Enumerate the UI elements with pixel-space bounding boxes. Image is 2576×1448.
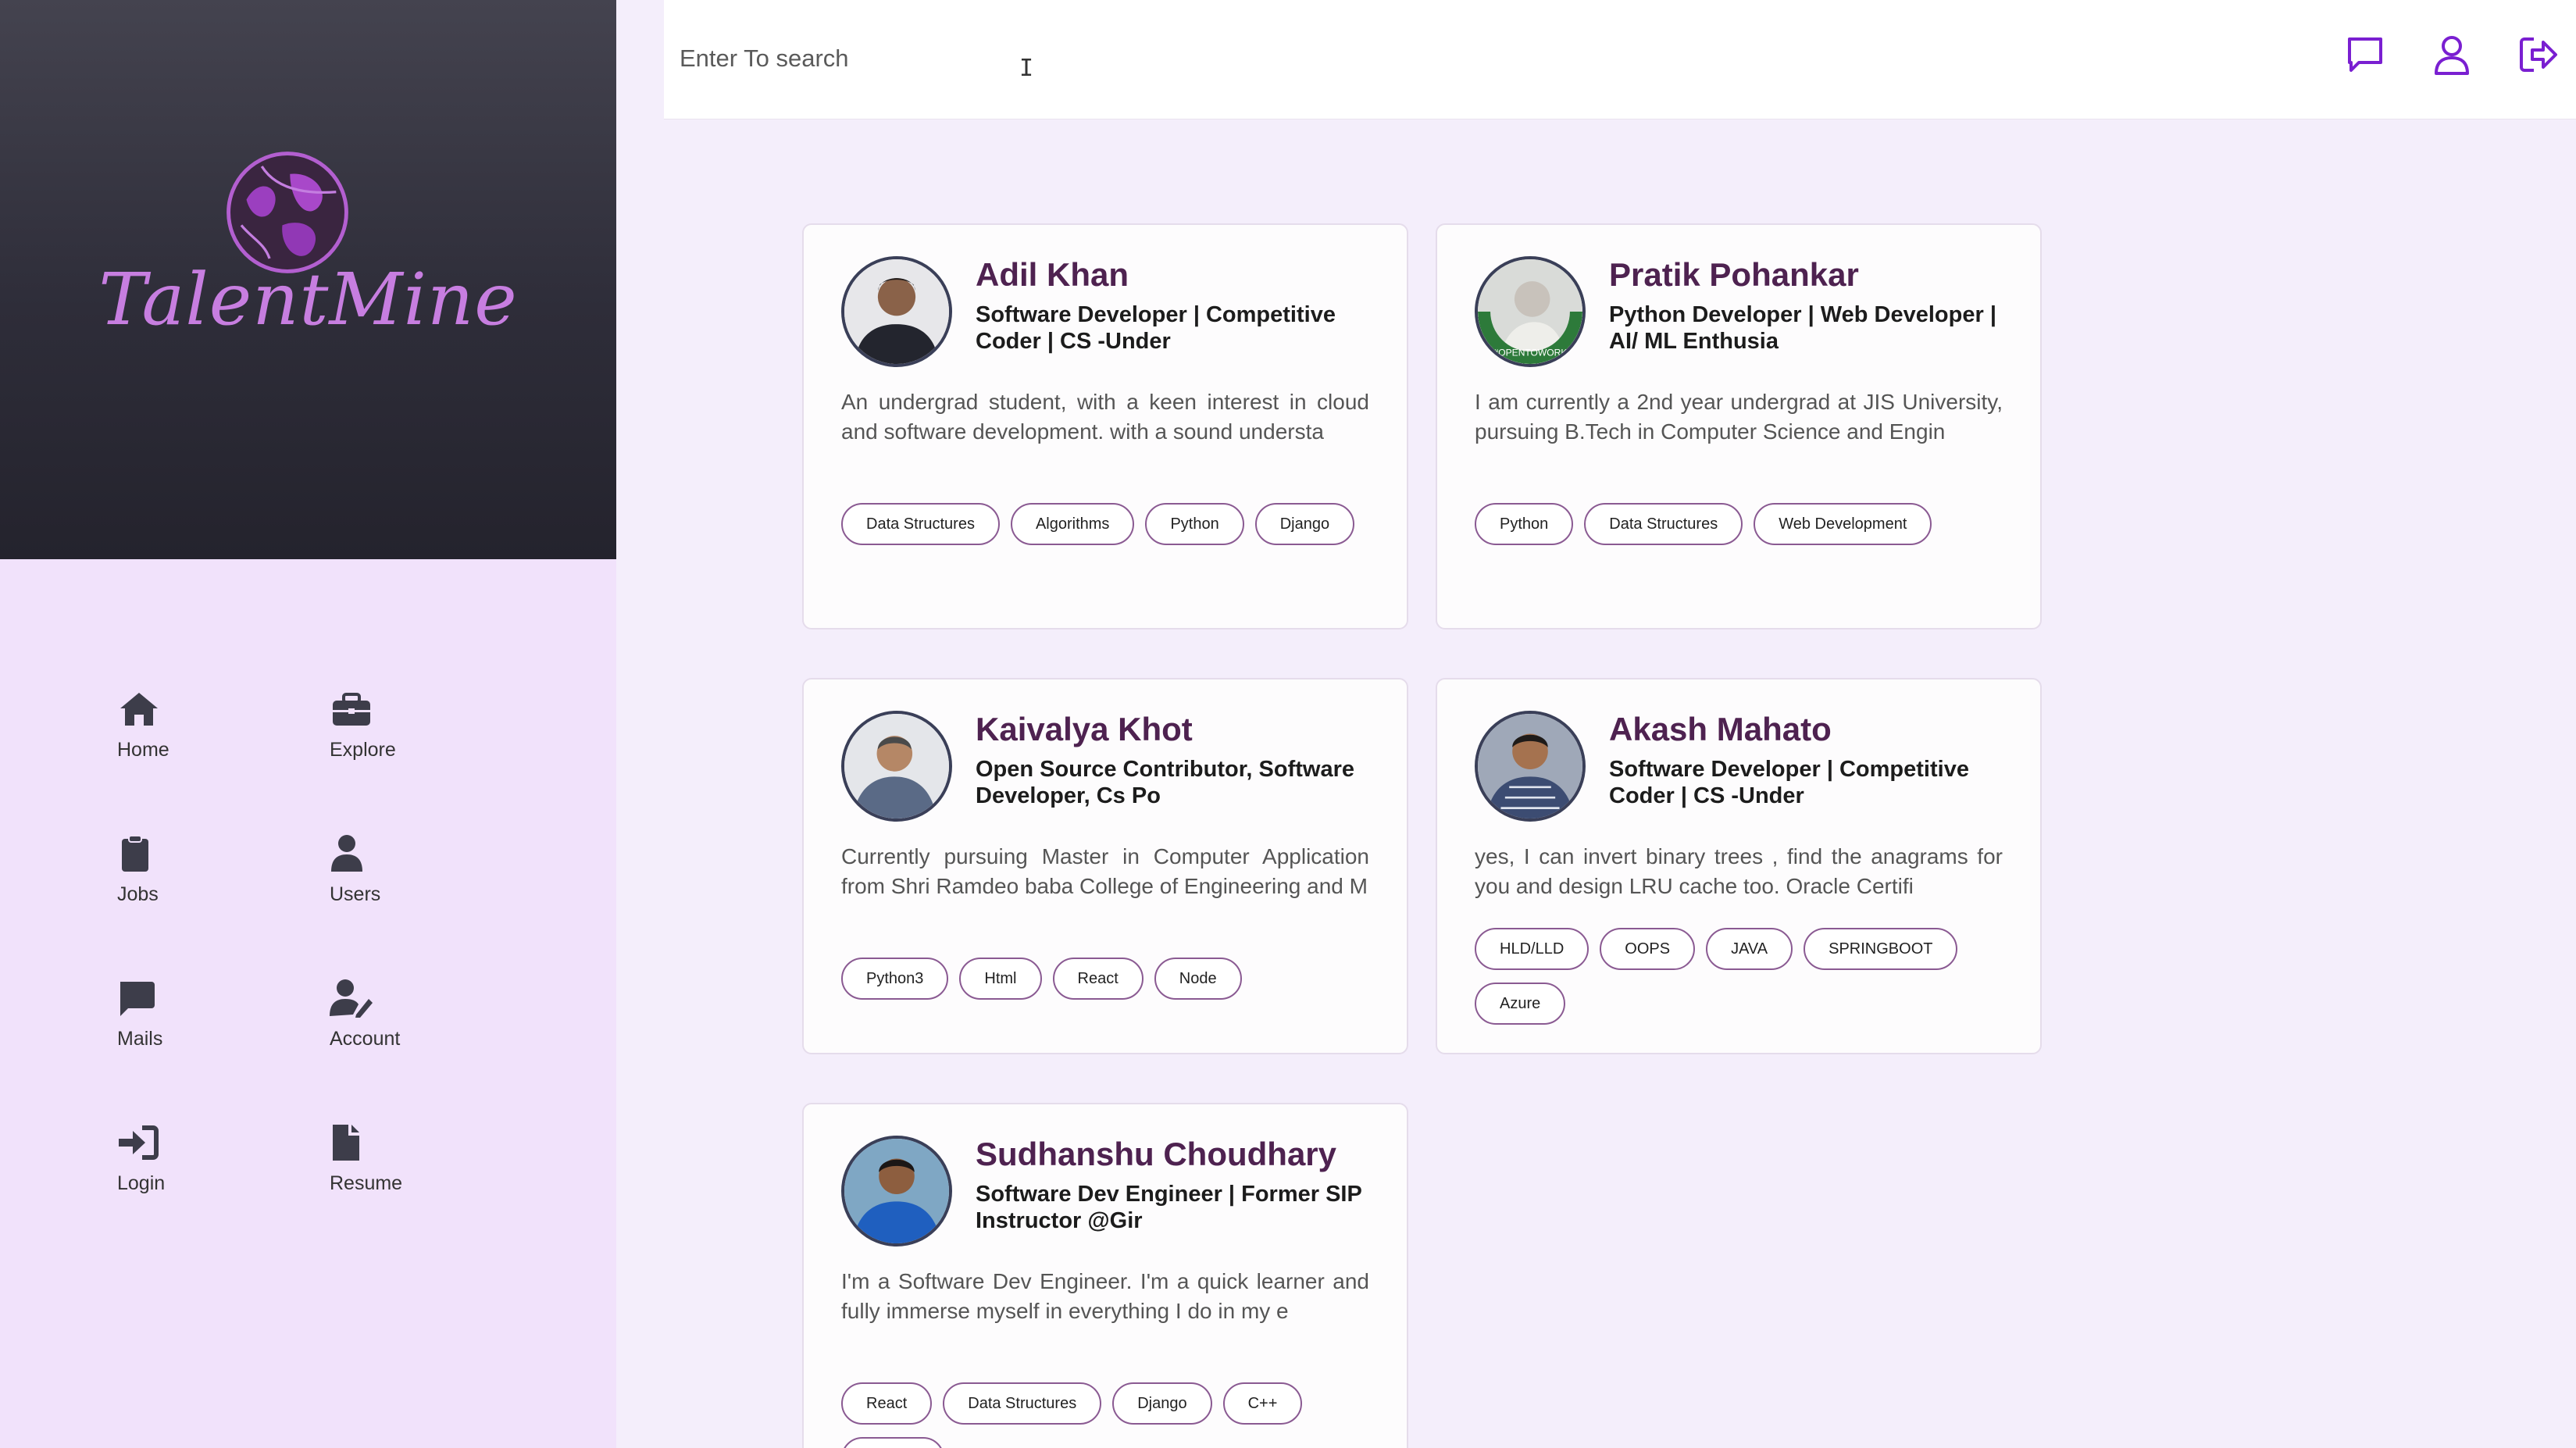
user-bio: I'm a Software Dev Engineer. I'm a quick… — [841, 1269, 1369, 1323]
user-headline: Python Developer | Web Developer | AI/ M… — [1609, 302, 1996, 354]
nav-account[interactable]: Account — [330, 976, 542, 1050]
skill-tag[interactable]: Data Structures — [1584, 503, 1743, 545]
chat-icon[interactable] — [2343, 33, 2387, 77]
nav-login[interactable]: Login — [117, 1121, 330, 1195]
skill-tag[interactable]: OOPS — [1600, 928, 1696, 970]
user-bio: yes, I can invert binary trees , find th… — [1475, 844, 2003, 898]
search-input[interactable] — [680, 37, 1617, 80]
login-icon — [117, 1121, 172, 1164]
user-headline: Open Source Contributor, Software Develo… — [976, 757, 1354, 808]
skill-tag[interactable]: HLD/LLD — [1475, 928, 1589, 970]
nav-label: Home — [117, 739, 169, 761]
nav-label: Explore — [330, 739, 396, 761]
skill-tags: HLD/LLD OOPS JAVA SPRINGBOOT Azure — [1475, 928, 2014, 1025]
skill-tag[interactable]: JAVA — [1706, 928, 1793, 970]
avatar — [1475, 711, 1586, 822]
user-headline: Software Developer | Competitive Coder |… — [976, 302, 1336, 354]
skill-tag[interactable]: Django — [1254, 503, 1355, 545]
nav-resume[interactable]: Resume — [330, 1121, 542, 1195]
skill-tag[interactable]: Algorithms — [1010, 503, 1135, 545]
skill-tag[interactable]: Web Development — [1754, 503, 1932, 545]
avatar — [841, 1136, 952, 1246]
sidebar-nav: Home Explore Jobs Users Mails Account Lo… — [117, 687, 492, 1195]
brand-panel: TalentMine — [0, 0, 616, 559]
skill-tag[interactable]: Azure — [1475, 983, 1566, 1025]
nav-users[interactable]: Users — [330, 832, 542, 906]
skill-tag[interactable]: Python — [1475, 503, 1574, 545]
user-bio: Currently pursuing Master in Computer Ap… — [841, 844, 1369, 898]
logout-icon[interactable] — [2517, 33, 2560, 77]
user-card[interactable]: Adil Khan Software Developer | Competiti… — [802, 223, 1408, 629]
skill-tag[interactable]: Python3 — [841, 958, 949, 1000]
skill-tags: Python3 Html React Node — [841, 958, 1380, 1000]
user-headline: Software Dev Engineer | Former SIP Instr… — [976, 1182, 1362, 1233]
sidebar: TalentMine Home Explore Jobs Users Mails… — [0, 0, 616, 1448]
skill-tag[interactable]: Data Structures — [841, 503, 1000, 545]
briefcase-icon — [330, 687, 384, 731]
avatar: #OPENTOWORK — [1475, 256, 1586, 367]
skill-tag[interactable]: Data Structures — [943, 1382, 1102, 1425]
user-name[interactable]: Kaivalya Khot — [976, 711, 1193, 748]
user-name[interactable]: Sudhanshu Choudhary — [976, 1136, 1336, 1173]
avatar — [841, 711, 952, 822]
nav-label: Login — [117, 1172, 166, 1194]
skill-tags: Python Data Structures Web Development — [1475, 503, 2014, 545]
nav-home[interactable]: Home — [117, 687, 330, 761]
nav-label: Jobs — [117, 883, 159, 905]
user-card[interactable]: Kaivalya Khot Open Source Contributor, S… — [802, 678, 1408, 1054]
nav-label: Mails — [117, 1028, 163, 1050]
user-card[interactable]: #OPENTOWORK Pratik Pohankar Python Devel… — [1436, 223, 2042, 629]
skill-tag[interactable] — [841, 1437, 944, 1448]
skill-tag[interactable]: React — [841, 1382, 933, 1425]
file-icon — [330, 1121, 384, 1164]
skill-tag[interactable]: C++ — [1222, 1382, 1303, 1425]
skill-tags: React Data Structures Django C++ — [841, 1382, 1380, 1448]
nav-jobs[interactable]: Jobs — [117, 832, 330, 906]
user-icon — [330, 832, 384, 876]
skill-tag[interactable]: SPRINGBOOT — [1804, 928, 1958, 970]
avatar-frame-text: #OPENTOWORK — [1493, 347, 1568, 358]
skill-tag[interactable]: Django — [1112, 1382, 1212, 1425]
skill-tags: Data Structures Algorithms Python Django — [841, 503, 1380, 545]
user-name[interactable]: Pratik Pohankar — [1609, 256, 1859, 294]
top-bar: I — [664, 0, 2576, 119]
user-bio: I am currently a 2nd year undergrad at J… — [1475, 390, 2003, 444]
user-card[interactable]: Sudhanshu Choudhary Software Dev Enginee… — [802, 1103, 1408, 1448]
profile-icon[interactable] — [2430, 33, 2474, 77]
skill-tag[interactable]: React — [1052, 958, 1144, 1000]
user-edit-icon — [330, 976, 384, 1020]
nav-label: Resume — [330, 1172, 403, 1194]
user-name[interactable]: Akash Mahato — [1609, 711, 1832, 748]
nav-label: Users — [330, 883, 381, 905]
avatar — [841, 256, 952, 367]
clipboard-icon — [117, 832, 172, 876]
user-name[interactable]: Adil Khan — [976, 256, 1129, 294]
text-cursor-icon: I — [1019, 55, 1034, 82]
nav-label: Account — [330, 1028, 401, 1050]
skill-tag[interactable]: Html — [959, 958, 1042, 1000]
home-icon — [117, 687, 172, 731]
message-icon — [117, 976, 172, 1020]
skill-tag[interactable]: Python — [1145, 503, 1244, 545]
brand-name: TalentMine — [98, 258, 518, 341]
skill-tag[interactable]: Node — [1154, 958, 1242, 1000]
user-bio: An undergrad student, with a keen intere… — [841, 390, 1369, 444]
nav-mails[interactable]: Mails — [117, 976, 330, 1050]
user-headline: Software Developer | Competitive Coder |… — [1609, 757, 1969, 808]
user-card[interactable]: Akash Mahato Software Developer | Compet… — [1436, 678, 2042, 1054]
nav-explore[interactable]: Explore — [330, 687, 542, 761]
